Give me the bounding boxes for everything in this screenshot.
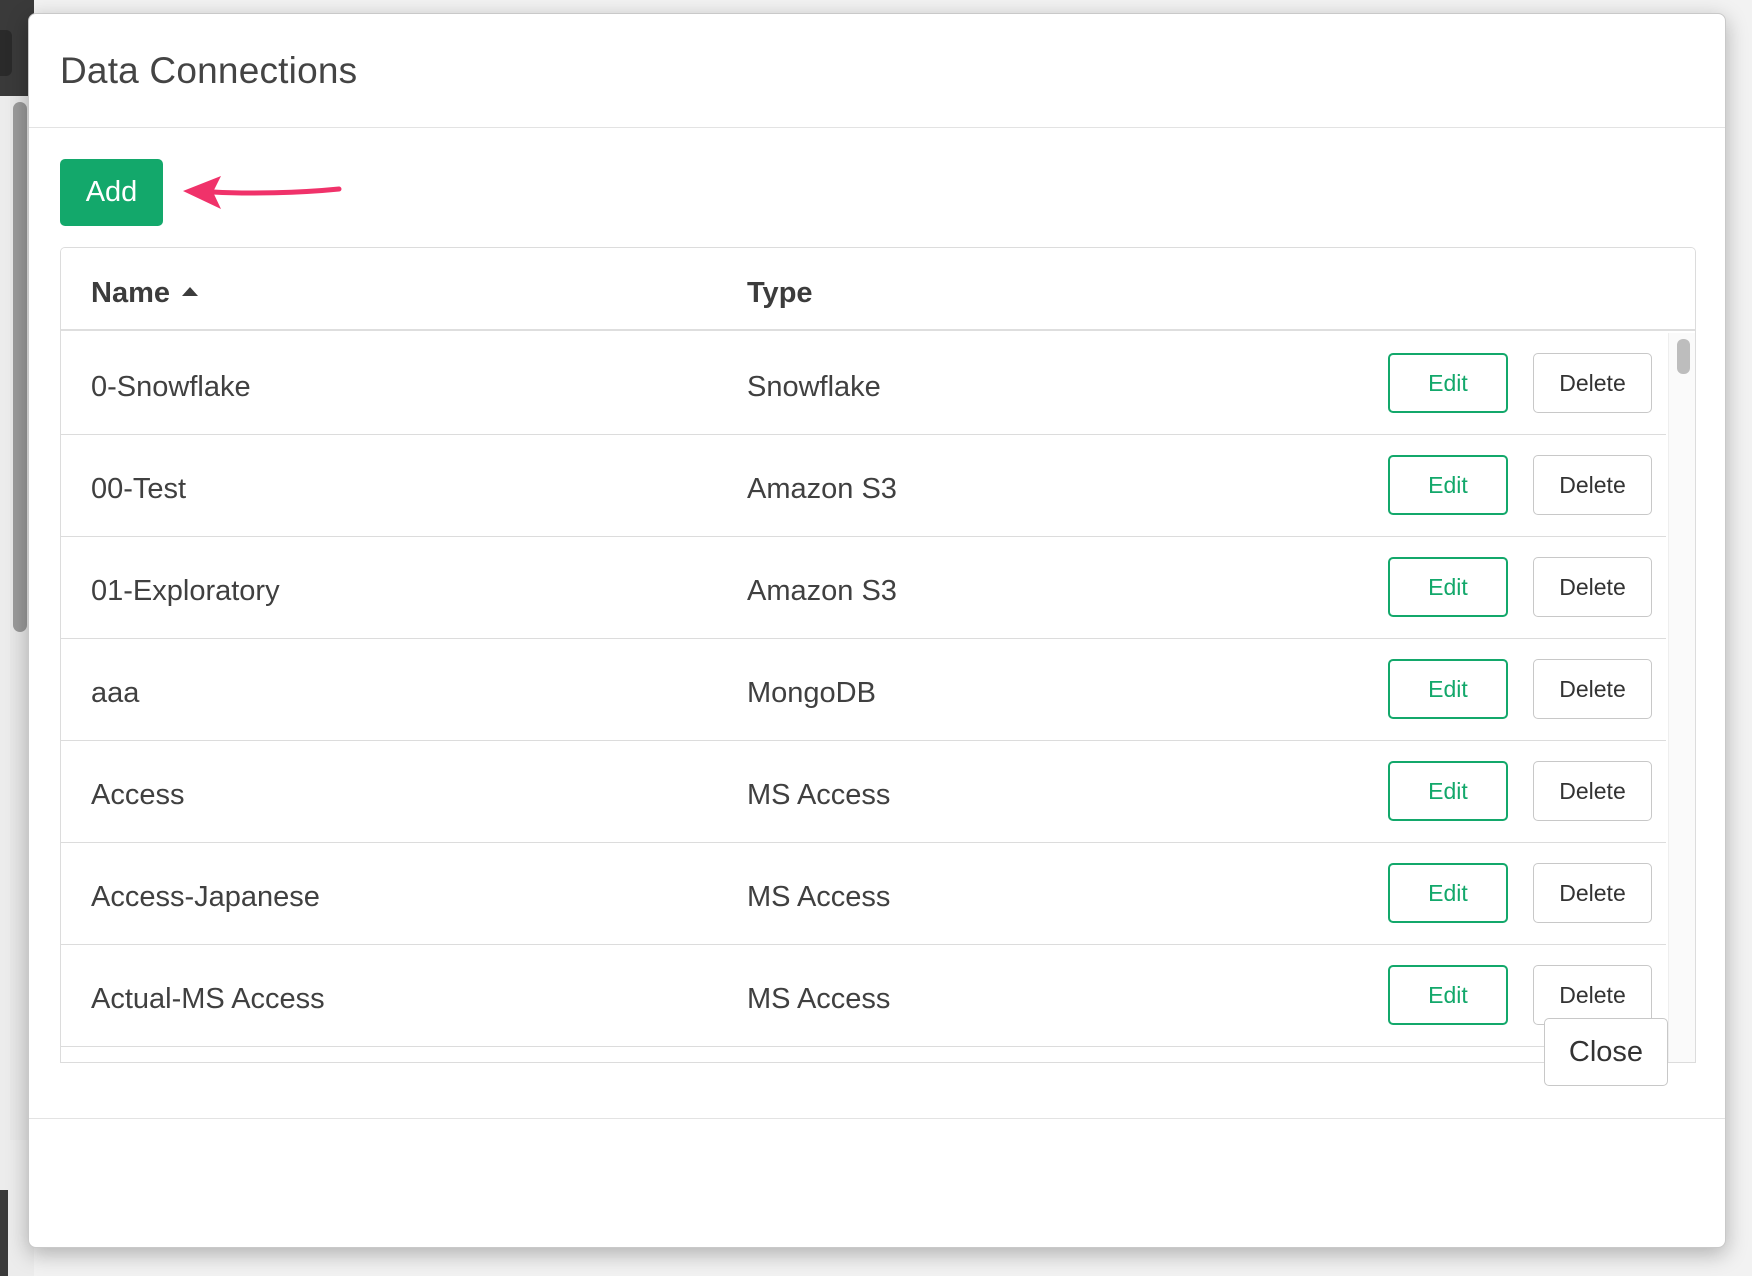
edit-button[interactable]: Edit	[1388, 353, 1508, 413]
connection-name: aaa	[91, 677, 140, 709]
table-row[interactable]: aaa MongoDB Edit Delete	[61, 639, 1666, 741]
edit-button[interactable]: Edit	[1388, 761, 1508, 821]
edit-button[interactable]: Edit	[1388, 659, 1508, 719]
table-row[interactable]: 00-Test Amazon S3 Edit Delete	[61, 435, 1666, 537]
connection-type: MS Access	[747, 779, 891, 811]
dialog-header: Data Connections	[29, 14, 1725, 128]
column-header-name-label: Name	[91, 277, 170, 309]
connection-name: Access-Japanese	[91, 881, 320, 913]
edit-button[interactable]: Edit	[1388, 557, 1508, 617]
table-scrollbar-thumb[interactable]	[1677, 339, 1690, 374]
table-row[interactable]: Access-Japanese MS Access Edit Delete	[61, 843, 1666, 945]
connection-name: 0-Snowflake	[91, 371, 251, 403]
connection-type: MongoDB	[747, 677, 876, 709]
delete-button[interactable]: Delete	[1533, 455, 1652, 515]
connection-type: MS Access	[747, 881, 891, 913]
table-row[interactable]: 01-Exploratory Amazon S3 Edit Delete	[61, 537, 1666, 639]
column-header-type[interactable]: Type	[747, 277, 813, 310]
dialog-title: Data Connections	[60, 50, 358, 91]
add-connection-button[interactable]: Add	[60, 159, 163, 226]
delete-button[interactable]: Delete	[1533, 557, 1652, 617]
table-header: Name Type	[61, 248, 1695, 331]
table-row[interactable]: 0-Snowflake Snowflake Edit Delete	[61, 333, 1666, 435]
connection-type: Snowflake	[747, 371, 881, 403]
delete-button[interactable]: Delete	[1533, 965, 1652, 1025]
connection-type: MS Access	[747, 983, 891, 1015]
background-scrollbar-thumb[interactable]	[13, 102, 27, 632]
connections-table: Name Type 0-Snowflake Snowflake Edit Delete…	[60, 247, 1696, 1063]
edit-button[interactable]: Edit	[1388, 863, 1508, 923]
delete-button[interactable]: Delete	[1533, 863, 1652, 923]
connection-name: 01-Exploratory	[91, 575, 280, 607]
connection-name: 00-Test	[91, 473, 187, 505]
column-header-name[interactable]: Name	[91, 277, 198, 310]
connection-type: Amazon S3	[747, 575, 897, 607]
data-connections-dialog: Data Connections Add Name Type 0-Snowfla…	[28, 13, 1726, 1248]
edit-button[interactable]: Edit	[1388, 965, 1508, 1025]
delete-button[interactable]: Delete	[1533, 659, 1652, 719]
table-body[interactable]: 0-Snowflake Snowflake Edit Delete 00-Test Ama…	[61, 333, 1666, 1062]
delete-button[interactable]: Delete	[1533, 353, 1652, 413]
connection-name: Actual-MS Access	[91, 983, 325, 1015]
table-scrollbar[interactable]	[1668, 333, 1695, 1062]
background-scrollbar[interactable]	[10, 96, 30, 1140]
background-app-footer	[0, 1190, 8, 1276]
table-row[interactable]: Actual-MS Access MS Access Edit Delete	[61, 945, 1666, 1047]
column-header-type-label: Type	[747, 277, 813, 309]
caret-up-icon	[182, 286, 198, 296]
delete-button[interactable]: Delete	[1533, 761, 1652, 821]
background-tab-edge	[0, 30, 12, 76]
table-row[interactable]: Access MS Access Edit Delete	[61, 741, 1666, 843]
close-button[interactable]: Close	[1544, 1018, 1668, 1086]
dialog-footer	[29, 1118, 1725, 1249]
arrow-left-icon	[183, 176, 342, 209]
connection-name: Access	[91, 779, 185, 811]
edit-button[interactable]: Edit	[1388, 455, 1508, 515]
connection-type: Amazon S3	[747, 473, 897, 505]
